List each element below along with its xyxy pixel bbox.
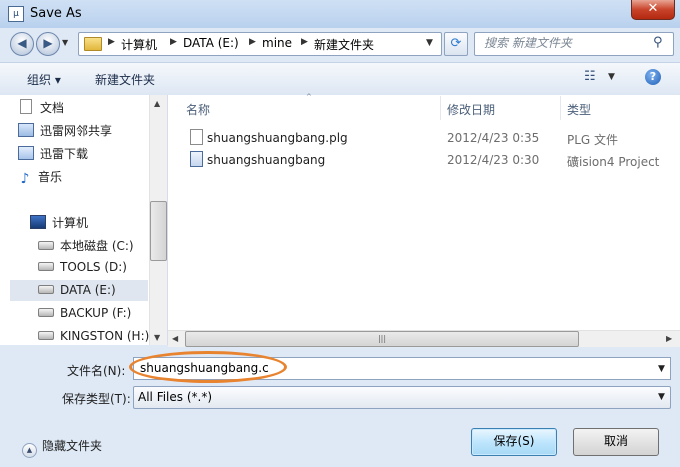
breadcrumb-separator-icon[interactable]: ▶ — [301, 37, 308, 47]
filetype-dropdown-icon[interactable]: ▼ — [658, 392, 665, 402]
nav-item-computer[interactable]: 计算机 — [30, 214, 88, 231]
column-divider[interactable] — [440, 96, 441, 120]
nav-item-xunlei-download[interactable]: 迅雷下载 — [18, 145, 88, 162]
filetype-value: All Files (*.*) — [138, 390, 213, 404]
nav-item-drive-c[interactable]: 本地磁盘 (C:) — [38, 237, 134, 254]
file-date: 2012/4/23 0:35 — [447, 131, 540, 145]
chevron-up-icon: ▲ — [22, 443, 37, 458]
file-date: 2012/4/23 0:30 — [447, 153, 540, 167]
share-folder-icon — [18, 123, 34, 137]
nav-item-drive-d[interactable]: TOOLS (D:) — [38, 260, 127, 274]
file-type: 礦ision4 Project — [567, 155, 660, 169]
nav-item-label: BACKUP (F:) — [60, 306, 132, 320]
refresh-button[interactable]: ⟳ — [444, 32, 468, 56]
music-icon: ♪ — [20, 171, 30, 187]
drive-icon — [38, 285, 54, 294]
annotation-highlight-oval — [129, 351, 287, 383]
drive-icon — [38, 308, 54, 317]
column-header-name[interactable]: 名称 — [186, 101, 210, 118]
file-type: PLG 文件 — [567, 133, 619, 147]
nav-item-label: 迅雷网邻共享 — [40, 124, 113, 138]
column-header-type[interactable]: 类型 — [567, 101, 591, 118]
nav-item-label: 迅雷下载 — [40, 147, 89, 161]
breadcrumb-mine[interactable]: mine — [262, 36, 292, 50]
nav-item-xunlei-share[interactable]: 迅雷网邻共享 — [18, 122, 112, 139]
scroll-down-icon[interactable]: ▼ — [154, 333, 160, 342]
window-title: Save As — [30, 6, 82, 21]
nav-item-music[interactable]: ♪ 音乐 — [18, 168, 63, 187]
nav-item-documents[interactable]: 文档 — [18, 99, 64, 116]
nav-scroll-thumb[interactable] — [150, 201, 167, 261]
forward-button[interactable]: ▶ — [36, 32, 60, 56]
file-icon — [190, 129, 203, 145]
breadcrumb-separator-icon[interactable]: ▶ — [170, 37, 177, 47]
hide-folders-toggle[interactable]: ▲ 隐藏文件夹 — [22, 437, 102, 458]
folder-icon — [84, 37, 102, 51]
back-arrow-icon: ◀ — [17, 36, 27, 50]
nav-item-drive-h[interactable]: KINGSTON (H:) — [38, 329, 149, 343]
nav-item-label: DATA (E:) — [60, 283, 116, 297]
breadcrumb-separator-icon[interactable]: ▶ — [108, 37, 115, 47]
search-icon[interactable]: ⚲ — [653, 35, 663, 50]
save-button[interactable]: 保存(S) — [471, 428, 557, 456]
drive-icon — [38, 262, 54, 271]
breadcrumb-new-folder[interactable]: 新建文件夹 — [314, 36, 374, 53]
nav-item-label: KINGSTON (H:) — [60, 329, 150, 343]
breadcrumb-data-drive[interactable]: DATA (E:) — [183, 36, 239, 50]
address-dropdown-icon[interactable]: ▼ — [426, 38, 433, 48]
nav-item-label: 计算机 — [52, 216, 89, 230]
breadcrumb-computer[interactable]: 计算机 — [121, 36, 157, 53]
column-header-date[interactable]: 修改日期 — [447, 101, 495, 118]
refresh-icon: ⟳ — [450, 36, 462, 51]
document-icon — [20, 99, 32, 114]
download-folder-icon — [18, 146, 34, 160]
close-button[interactable]: ✕ — [631, 0, 675, 20]
filetype-select[interactable] — [133, 386, 671, 409]
nav-item-drive-e[interactable]: DATA (E:) — [38, 283, 116, 297]
nav-item-label: 音乐 — [38, 170, 63, 184]
horizontal-scroll-thumb[interactable]: ||| — [185, 331, 579, 347]
app-icon: μ — [8, 6, 24, 22]
help-icon[interactable]: ? — [645, 69, 661, 85]
organize-button[interactable]: 组织 ▾ — [27, 71, 61, 88]
back-button[interactable]: ◀ — [10, 32, 34, 56]
filename-label: 文件名(N): — [67, 364, 126, 378]
scroll-right-icon[interactable]: ▶ — [666, 334, 672, 343]
breadcrumb-separator-icon[interactable]: ▶ — [249, 37, 256, 47]
forward-arrow-icon: ▶ — [43, 36, 53, 50]
scroll-up-icon[interactable]: ▲ — [154, 99, 160, 108]
search-input[interactable] — [484, 36, 650, 50]
nav-item-label: 本地磁盘 (C:) — [60, 239, 134, 253]
usb-drive-icon — [38, 331, 54, 340]
filename-dropdown-icon[interactable]: ▼ — [658, 364, 665, 374]
project-file-icon — [190, 151, 203, 167]
system-drive-icon — [38, 241, 54, 250]
views-dropdown-icon[interactable]: ▼ — [608, 72, 615, 82]
views-icon[interactable]: ☷ — [584, 69, 596, 84]
column-divider[interactable] — [560, 96, 561, 120]
sort-indicator-icon: ^ — [306, 93, 312, 101]
new-folder-button[interactable]: 新建文件夹 — [95, 71, 155, 88]
hide-folders-label: 隐藏文件夹 — [42, 439, 103, 453]
cancel-button[interactable]: 取消 — [573, 428, 659, 456]
nav-item-label: 文档 — [40, 101, 65, 115]
computer-icon — [30, 215, 46, 229]
recent-locations-dropdown-icon[interactable]: ▼ — [62, 38, 68, 47]
nav-item-label: TOOLS (D:) — [60, 260, 127, 274]
file-name[interactable]: shuangshuangbang.plg — [207, 131, 348, 145]
file-name[interactable]: shuangshuangbang — [207, 153, 325, 167]
filetype-label: 保存类型(T): — [62, 392, 131, 406]
title-bar — [0, 0, 680, 28]
nav-item-drive-f[interactable]: BACKUP (F:) — [38, 306, 131, 320]
scroll-left-icon[interactable]: ◀ — [172, 334, 178, 343]
